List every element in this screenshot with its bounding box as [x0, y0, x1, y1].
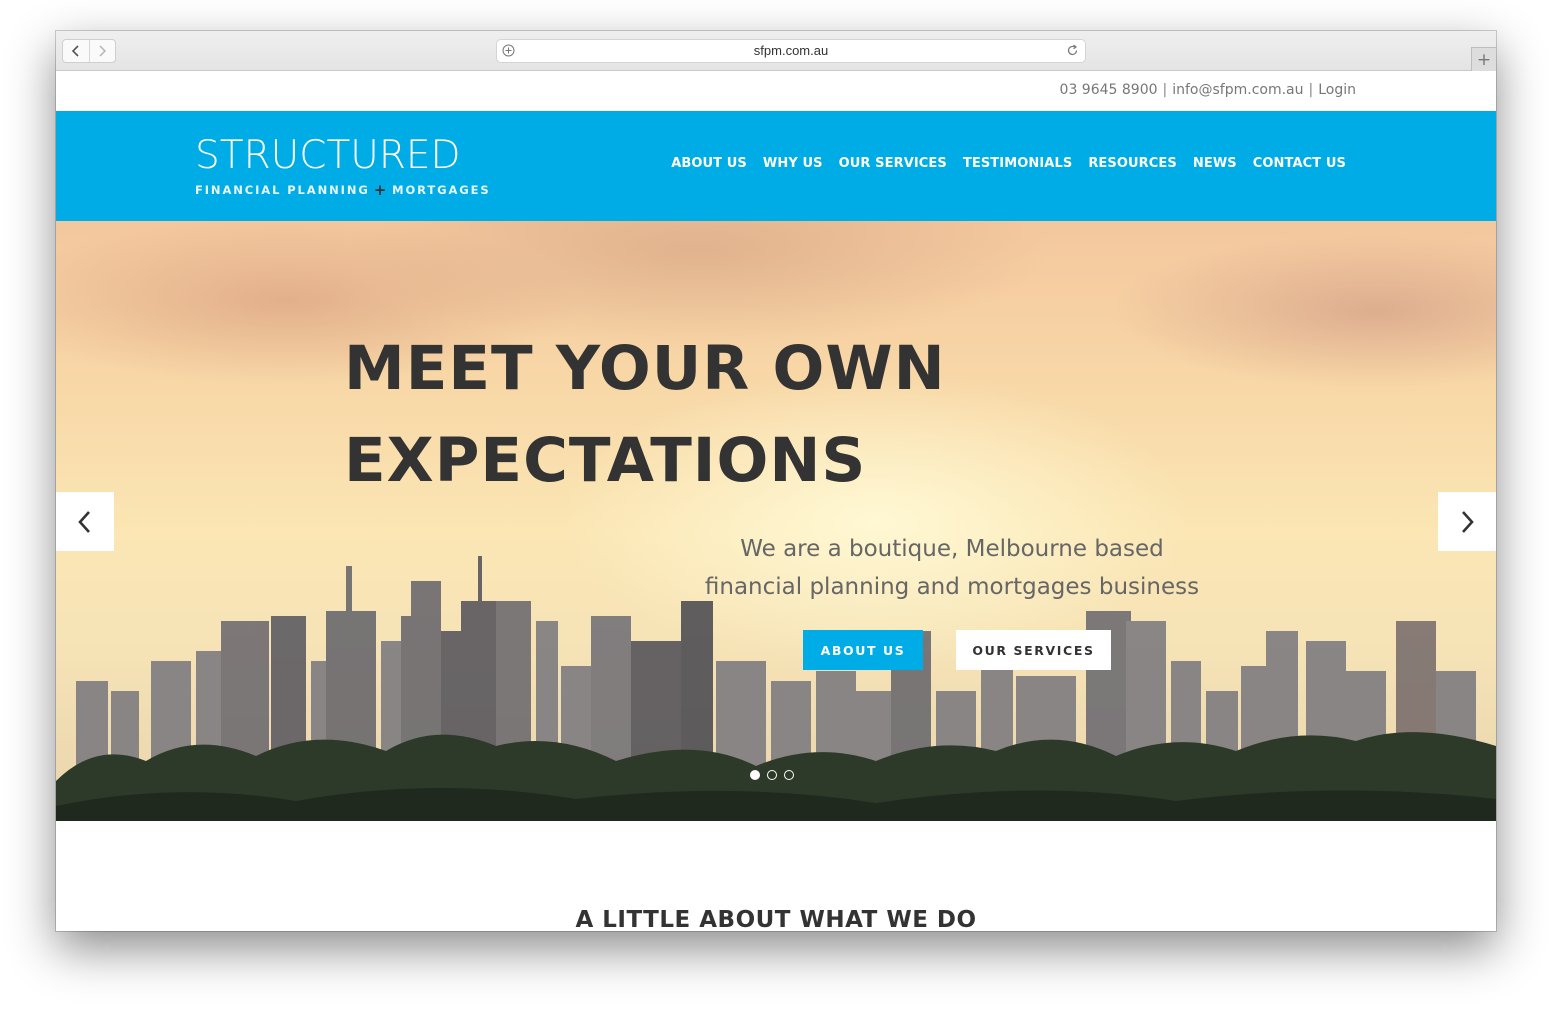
- logo-wordmark: STRUCTURED: [195, 133, 461, 178]
- slider-prev-button[interactable]: [56, 492, 114, 551]
- nav-resources[interactable]: RESOURCES: [1088, 156, 1177, 171]
- nav-contact-us[interactable]: CONTACT US: [1253, 156, 1346, 171]
- hero-slider: MEET YOUR OWN EXPECTATIONS We are a bouti…: [56, 221, 1496, 821]
- site-header: STRUCTURED FINANCIAL PLANNING + MORTGAGES …: [56, 111, 1496, 221]
- separator: |: [1308, 82, 1314, 98]
- chevron-left-icon: [78, 510, 90, 533]
- chevron-right-icon: [99, 45, 107, 57]
- nav-testimonials[interactable]: TESTIMONIALS: [963, 156, 1072, 171]
- back-button[interactable]: [63, 40, 89, 62]
- address-bar[interactable]: sfpm.com.au: [496, 39, 1086, 63]
- phone-link[interactable]: 03 9645 8900: [1060, 82, 1158, 98]
- city-skyline-image: [56, 556, 1496, 821]
- history-buttons: [62, 39, 116, 63]
- headline-line-2: EXPECTATIONS: [344, 425, 867, 496]
- logo-sub-left: FINANCIAL PLANNING: [195, 183, 370, 197]
- contact-info: 03 9645 8900 | info@sfpm.com.au | Login: [1060, 82, 1356, 98]
- nav-why-us[interactable]: WHY US: [763, 156, 823, 171]
- nav-our-services[interactable]: OUR SERVICES: [839, 156, 947, 171]
- browser-toolbar: sfpm.com.au +: [56, 31, 1496, 71]
- nav-about-us[interactable]: ABOUT US: [671, 156, 747, 171]
- nav-news[interactable]: NEWS: [1193, 156, 1237, 171]
- our-services-button[interactable]: OUR SERVICES: [956, 630, 1111, 670]
- tagline-line-1: We are a boutique, Melbourne based: [740, 536, 1164, 562]
- new-tab-button[interactable]: +: [1471, 47, 1496, 71]
- url-text: sfpm.com.au: [753, 43, 829, 58]
- headline-line-1: MEET YOUR OWN: [344, 333, 946, 404]
- browser-window: sfpm.com.au + 03 9645 8900 | info@sfpm.com…: [56, 31, 1496, 931]
- section-title: A LITTLE ABOUT WHAT WE DO: [575, 907, 977, 931]
- slider-dot[interactable]: [784, 770, 794, 780]
- slider-next-button[interactable]: [1438, 492, 1496, 551]
- logo-sub-right: MORTGAGES: [392, 183, 491, 197]
- main-nav: ABOUT US WHY US OUR SERVICES TESTIMONIAL…: [671, 156, 1346, 171]
- reload-icon[interactable]: [1066, 44, 1079, 57]
- chevron-right-icon: [1462, 510, 1474, 533]
- site-logo[interactable]: STRUCTURED FINANCIAL PLANNING + MORTGAGES: [195, 133, 491, 200]
- separator: |: [1162, 82, 1168, 98]
- forward-button[interactable]: [88, 40, 116, 62]
- logo-tagline: FINANCIAL PLANNING + MORTGAGES: [195, 180, 491, 199]
- slider-dot[interactable]: [750, 770, 760, 780]
- about-us-button[interactable]: ABOUT US: [803, 630, 923, 670]
- logo-plus: +: [373, 181, 389, 199]
- slider-dot[interactable]: [767, 770, 777, 780]
- email-link[interactable]: info@sfpm.com.au: [1172, 82, 1303, 98]
- tagline-line-2: financial planning and mortgages busines…: [704, 574, 1200, 600]
- login-link[interactable]: Login: [1318, 82, 1356, 98]
- contact-strip: 03 9645 8900 | info@sfpm.com.au | Login: [56, 71, 1496, 111]
- chevron-left-icon: [71, 45, 79, 57]
- hero-tagline: We are a boutique, Melbourne based financ…: [696, 530, 1208, 606]
- slider-dots: [750, 770, 794, 780]
- hero-headline: MEET YOUR OWN EXPECTATIONS: [344, 323, 946, 507]
